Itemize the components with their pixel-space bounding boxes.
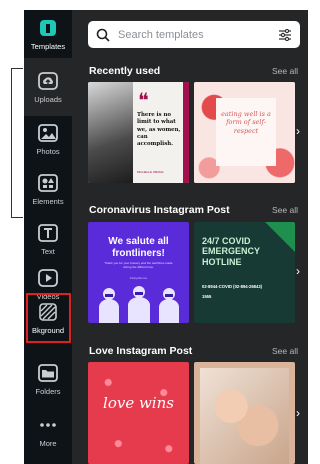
screenshot-frame: Templates Uploads Photos Elements Text V… xyxy=(0,0,318,464)
rail-label-folders: Folders xyxy=(35,386,61,396)
see-all-coronavirus[interactable]: See all xyxy=(272,205,298,215)
tile-accent-bar xyxy=(183,82,189,183)
see-all-recently-used[interactable]: See all xyxy=(272,66,298,76)
template-tile-frontliners[interactable]: We salute all frontliners! Thank you for… xyxy=(88,222,189,323)
template-tile-baby-photo[interactable] xyxy=(194,362,295,464)
template-tile-self-respect[interactable]: eating well is a form of self-respect xyxy=(194,82,295,183)
tile-quote-author: MICHELLE OBAMA xyxy=(137,170,164,174)
shapes-icon xyxy=(38,173,58,193)
search-bar[interactable]: Search templates xyxy=(88,21,300,48)
play-icon xyxy=(38,268,58,288)
section-title-coronavirus: Coronavirus Instagram Post xyxy=(89,204,230,216)
template-tile-love-wins[interactable]: love wins xyxy=(88,362,189,464)
rail-label-elements: Elements xyxy=(32,196,64,206)
template-tile-covid-hotline[interactable]: 24/7 COVID EMERGENCY HOTLINE 02-8944-COV… xyxy=(194,222,295,323)
tile-subtext: Thank you for your bravery and the sacri… xyxy=(104,261,173,269)
section-title-love: Love Instagram Post xyxy=(89,345,193,357)
template-tile-women-quote[interactable]: ❝ There is no limit to what we, as women… xyxy=(88,82,189,183)
rail-label-templates: Templates xyxy=(30,41,66,51)
rail-label-photos: Photos xyxy=(36,146,60,156)
tile-hashtag: #stayathome xyxy=(129,276,148,280)
tile-baby-image xyxy=(200,368,289,464)
chevron-right-icon[interactable]: › xyxy=(296,124,300,138)
chevron-right-icon[interactable]: › xyxy=(296,264,300,278)
editor-panel: Templates Uploads Photos Elements Text V… xyxy=(24,10,308,464)
rail-uploads[interactable]: Uploads xyxy=(24,58,72,116)
templates-panel: Search templates Recently used See all ❝… xyxy=(72,10,308,464)
healthcare-workers-illustration xyxy=(99,286,179,323)
more-dots-icon xyxy=(38,415,58,435)
chevron-right-icon[interactable]: › xyxy=(296,406,300,420)
canva-logo-icon xyxy=(38,18,58,38)
tile-script-text: eating well is a form of self-respect xyxy=(221,110,271,135)
rail-folders[interactable]: Folders xyxy=(24,350,72,408)
rail-label-uploads: Uploads xyxy=(34,94,62,104)
background-highlight-box xyxy=(26,293,71,343)
upload-cloud-icon xyxy=(38,71,58,91)
tile-hotline-headline: 24/7 COVID EMERGENCY HOTLINE xyxy=(202,236,260,267)
tile-hotline-line2: 1555 xyxy=(202,294,212,299)
filter-sliders-icon[interactable] xyxy=(278,28,292,41)
annotation-bracket xyxy=(11,68,23,218)
section-title-recently-used: Recently used xyxy=(89,65,161,77)
tile-photo-bw xyxy=(88,82,133,183)
quote-mark-icon: ❝ xyxy=(138,88,149,112)
tile-quote-text: There is no limit to what we, as women, … xyxy=(137,112,181,148)
side-rail: Templates Uploads Photos Elements Text V… xyxy=(24,10,72,464)
image-icon xyxy=(38,123,58,143)
rail-templates[interactable]: Templates xyxy=(24,10,72,58)
search-input[interactable]: Search templates xyxy=(118,29,278,41)
folder-icon xyxy=(38,363,58,383)
rail-label-more: More xyxy=(39,438,57,448)
see-all-love[interactable]: See all xyxy=(272,346,298,356)
tile-pattern xyxy=(88,362,189,464)
tile-love-script: love wins xyxy=(103,394,174,412)
tile-headline: We salute all frontliners! xyxy=(108,236,169,259)
tile-hotline-line1: 02-8944-COVID (02-894-26843) xyxy=(202,284,263,289)
search-icon xyxy=(96,28,110,42)
rail-more[interactable]: More xyxy=(24,402,72,460)
text-t-icon xyxy=(38,223,58,243)
